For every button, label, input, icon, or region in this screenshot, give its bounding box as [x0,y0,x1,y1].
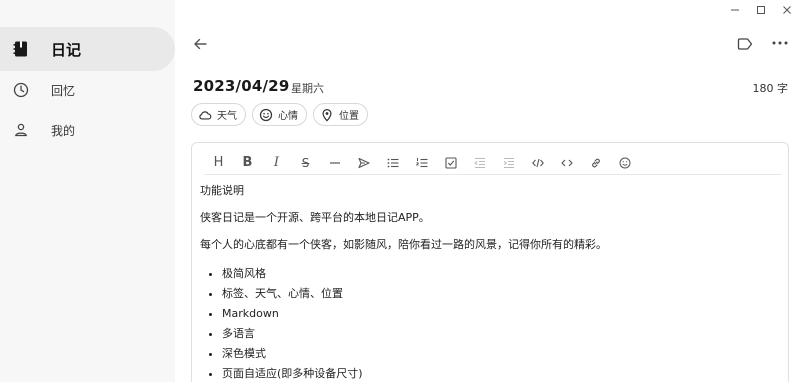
list-item: 标签、天气、心情、位置 [222,284,780,304]
code-block-icon [531,158,544,167]
sidebar-item-label: 日记 [51,40,82,59]
back-button[interactable] [191,35,209,53]
emoji-button[interactable] [610,153,639,173]
strikethrough-button[interactable]: S [291,153,320,173]
heading-icon: H [213,155,224,170]
list-item: 页面自适应(即多种设备尺寸) [222,364,780,382]
link-button[interactable] [581,153,610,173]
feature-list: 极简风格 标签、天气、心情、位置 Markdown 多语言 深色模式 页面自适应… [222,264,780,382]
more-horizontal-icon [772,41,788,45]
indent-icon [503,157,514,168]
list-item: Markdown [222,304,780,324]
emoji-icon [619,157,630,168]
journal-icon [12,40,30,58]
sidebar-item-label: 回忆 [51,83,76,98]
sidebar: 日记 回忆 我的 [0,0,175,382]
cloud-icon [199,110,212,120]
location-chip[interactable]: 位置 [313,103,368,126]
person-icon [12,121,30,139]
clock-icon [12,81,30,99]
location-pin-icon [322,108,332,121]
code-block-button[interactable] [523,153,552,173]
location-chip-label: 位置 [339,111,359,122]
bullet-list-button[interactable] [378,153,407,173]
editor[interactable]: H B I S 功能说明 侠客日记是一个开源、跨平台的本地日记APP。 每个人的… [191,142,789,382]
mood-chip[interactable]: 心情 [252,103,307,126]
editor-content[interactable]: 功能说明 侠客日记是一个开源、跨平台的本地日记APP。 每个人的心底都有一个侠客… [200,183,780,382]
bullet-list-icon [387,158,398,167]
sidebar-item-diary[interactable]: 日记 [0,27,175,71]
task-list-button[interactable] [436,153,465,173]
list-item: 多语言 [222,324,780,344]
sidebar-item-mine[interactable]: 我的 [0,108,175,152]
main-panel: 2023/04/29 星期六 180 字 天气 心情 位置 H B I S 功能… [175,0,800,382]
content-paragraph: 每个人的心底都有一个侠客，如影随风，陪你看过一路的风景，记得你所有的精彩。 [200,238,607,251]
editor-toolbar: H B I S [204,151,782,175]
horizontal-rule-button[interactable] [320,153,349,173]
tag-button[interactable] [737,36,753,50]
entry-weekday: 星期六 [291,82,324,95]
horizontal-rule-icon [329,161,340,164]
entry-meta-chips: 天气 心情 位置 [191,103,368,126]
strikethrough-icon: S [301,155,310,170]
outdent-icon [473,157,485,168]
ordered-list-icon [415,157,427,167]
inline-code-button[interactable] [552,153,581,173]
send-icon [357,157,370,168]
weather-chip-label: 天气 [217,111,237,122]
weather-chip[interactable]: 天气 [191,103,246,126]
sidebar-item-memories[interactable]: 回忆 [0,68,175,112]
italic-icon: I [273,155,280,170]
word-count: 180 字 [752,82,789,95]
checkbox-icon [444,156,457,169]
link-icon [591,158,600,167]
tag-icon [737,38,753,50]
content-paragraph: 侠客日记是一个开源、跨平台的本地日记APP。 [200,211,430,224]
ordered-list-button[interactable] [407,153,436,173]
list-item: 极简风格 [222,264,780,284]
outdent-button[interactable] [465,153,494,173]
mood-chip-label: 心情 [278,111,298,122]
list-item: 深色模式 [222,344,780,364]
inline-code-icon [560,159,573,166]
entry-date[interactable]: 2023/04/29 [193,77,289,95]
content-title: 功能说明 [200,184,244,197]
arrow-left-icon [194,38,207,50]
heading-button[interactable]: H [204,153,233,173]
indent-button[interactable] [494,153,523,173]
sidebar-item-label: 我的 [51,123,76,138]
smiley-icon [259,108,273,121]
send-button[interactable] [349,153,378,173]
bold-icon: B [242,155,253,170]
italic-button[interactable]: I [262,153,291,173]
more-options-button[interactable] [771,36,789,50]
bold-button[interactable]: B [233,153,262,173]
